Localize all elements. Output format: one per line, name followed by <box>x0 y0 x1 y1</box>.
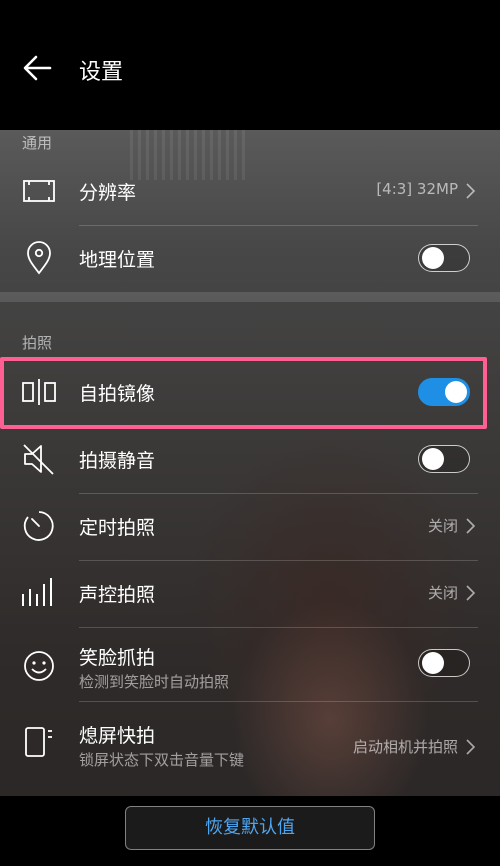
setting-resolution[interactable]: 分辨率 [4:3] 32MP <box>0 158 500 224</box>
aspect-ratio-icon <box>23 180 55 202</box>
setting-label: 笑脸抓拍 <box>79 647 156 669</box>
chevron-right-icon <box>466 739 476 755</box>
footer: 恢复默认值 <box>0 796 500 866</box>
toggle-knob <box>422 247 444 269</box>
setting-value: [4:3] 32MP <box>376 180 458 198</box>
setting-label: 拍摄静音 <box>79 450 156 472</box>
shutter-mute-toggle[interactable] <box>418 445 470 473</box>
setting-label: 定时拍照 <box>79 517 156 539</box>
setting-value: 启动相机并拍照 <box>352 738 458 756</box>
header: 设置 <box>0 0 500 130</box>
back-button[interactable] <box>18 48 58 88</box>
section-label-photo: 拍照 <box>22 334 53 352</box>
chevron-right-icon <box>466 183 476 199</box>
page-title: 设置 <box>79 60 124 85</box>
setting-label: 声控拍照 <box>79 584 156 606</box>
phone-volume-icon <box>25 727 52 757</box>
setting-shutter-mute[interactable]: 拍摄静音 <box>0 426 500 492</box>
section-divider <box>0 292 500 302</box>
highlight-box <box>0 357 487 429</box>
smile-capture-toggle[interactable] <box>418 649 470 677</box>
setting-description: 检测到笑脸时自动拍照 <box>79 673 230 691</box>
location-pin-icon <box>27 241 51 275</box>
setting-voice-capture[interactable]: 声控拍照 关闭 <box>0 560 500 626</box>
restore-defaults-button[interactable]: 恢复默认值 <box>125 806 375 850</box>
setting-smile-capture[interactable]: 笑脸抓拍 检测到笑脸时自动拍照 <box>0 627 500 699</box>
setting-label: 地理位置 <box>79 249 156 271</box>
setting-ultra-snapshot[interactable]: 熄屏快拍 锁屏状态下双击音量下键 启动相机并拍照 <box>0 701 500 779</box>
audio-bars-icon <box>22 578 52 606</box>
setting-value: 关闭 <box>427 517 458 535</box>
setting-timer[interactable]: 定时拍照 关闭 <box>0 493 500 559</box>
timer-icon <box>23 511 54 541</box>
location-toggle[interactable] <box>418 244 470 272</box>
toggle-knob <box>422 652 444 674</box>
setting-label: 分辨率 <box>79 182 137 204</box>
chevron-right-icon <box>466 518 476 534</box>
settings-list: 通用 分辨率 [4:3] 32MP 地理位置 拍照 自拍镜像 拍摄静音 定时拍照… <box>0 130 500 796</box>
setting-label: 熄屏快拍 <box>79 725 156 747</box>
back-arrow-icon <box>23 55 52 81</box>
section-label-general: 通用 <box>22 134 53 152</box>
smiley-icon <box>24 651 54 681</box>
speaker-muted-icon <box>23 444 54 475</box>
chevron-right-icon <box>466 585 476 601</box>
setting-location[interactable]: 地理位置 <box>0 225 500 291</box>
toggle-knob <box>422 448 444 470</box>
setting-value: 关闭 <box>427 584 458 602</box>
setting-description: 锁屏状态下双击音量下键 <box>79 751 245 769</box>
